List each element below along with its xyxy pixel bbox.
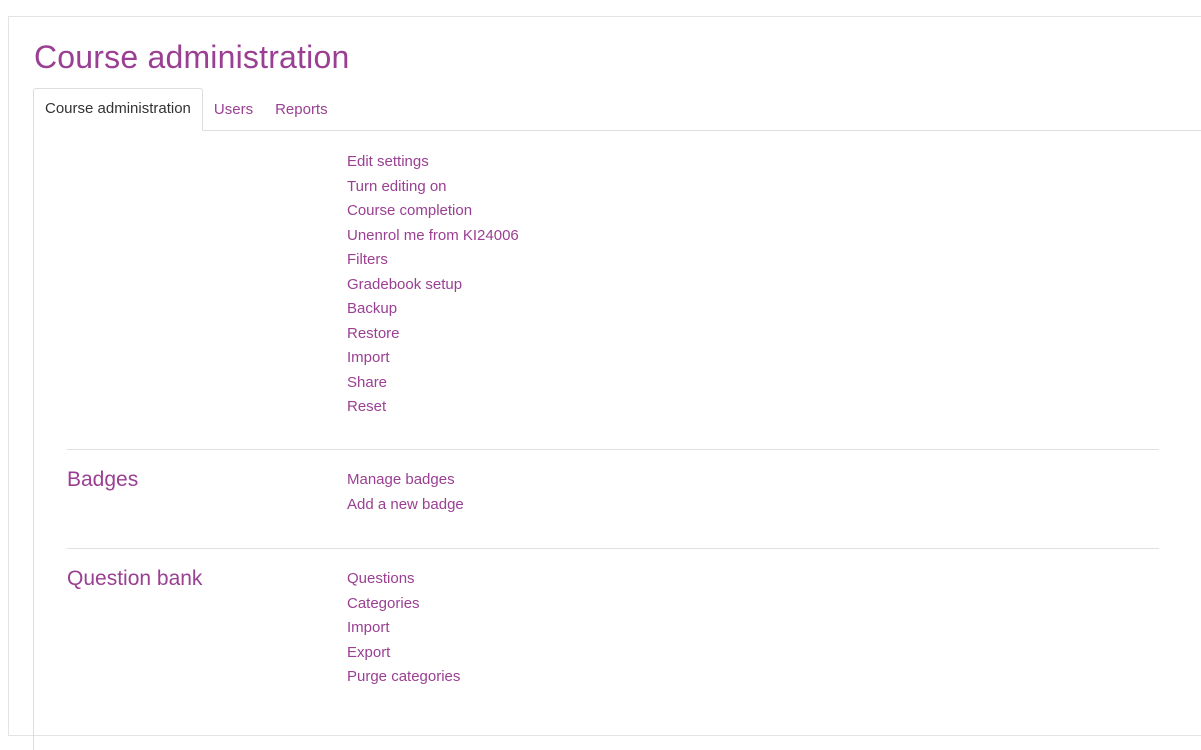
page-title: Course administration bbox=[34, 39, 350, 75]
link-reset[interactable]: Reset bbox=[347, 395, 519, 420]
badges-links: Manage badges Add a new badge bbox=[347, 468, 464, 517]
link-share[interactable]: Share bbox=[347, 371, 519, 396]
link-restore[interactable]: Restore bbox=[347, 322, 519, 347]
link-manage-badges[interactable]: Manage badges bbox=[347, 468, 464, 493]
link-qb-import[interactable]: Import bbox=[347, 616, 460, 641]
link-backup[interactable]: Backup bbox=[347, 297, 519, 322]
link-add-new-badge[interactable]: Add a new badge bbox=[347, 493, 464, 518]
link-unenrol[interactable]: Unenrol me from KI24006 bbox=[347, 224, 519, 249]
tab-panel: Edit settings Turn editing on Course com… bbox=[33, 130, 1201, 750]
link-purge-categories[interactable]: Purge categories bbox=[347, 665, 460, 690]
link-questions[interactable]: Questions bbox=[347, 567, 460, 592]
section-heading-badges: Badges bbox=[67, 468, 139, 491]
section-divider bbox=[67, 449, 1159, 450]
link-edit-settings[interactable]: Edit settings bbox=[347, 150, 519, 175]
course-admin-card: Course administration Course administrat… bbox=[8, 16, 1201, 750]
tab-users[interactable]: Users bbox=[203, 89, 264, 131]
tab-course-administration[interactable]: Course administration bbox=[33, 88, 203, 131]
link-import[interactable]: Import bbox=[347, 346, 519, 371]
section-heading-question-bank: Question bank bbox=[67, 567, 203, 590]
tab-bar: Course administration Users Reports bbox=[33, 88, 339, 131]
section-course: Edit settings Turn editing on Course com… bbox=[67, 150, 1159, 420]
link-qb-export[interactable]: Export bbox=[347, 641, 460, 666]
link-turn-editing-on[interactable]: Turn editing on bbox=[347, 175, 519, 200]
section-badges: Badges Manage badges Add a new badge bbox=[67, 468, 1159, 528]
question-bank-links: Questions Categories Import Export Purge… bbox=[347, 567, 460, 690]
link-filters[interactable]: Filters bbox=[347, 248, 519, 273]
link-course-completion[interactable]: Course completion bbox=[347, 199, 519, 224]
link-gradebook-setup[interactable]: Gradebook setup bbox=[347, 273, 519, 298]
tab-reports[interactable]: Reports bbox=[264, 89, 339, 131]
course-links: Edit settings Turn editing on Course com… bbox=[347, 150, 519, 420]
section-divider bbox=[67, 548, 1159, 549]
link-categories[interactable]: Categories bbox=[347, 592, 460, 617]
section-question-bank: Question bank Questions Categories Impor… bbox=[67, 567, 1159, 697]
